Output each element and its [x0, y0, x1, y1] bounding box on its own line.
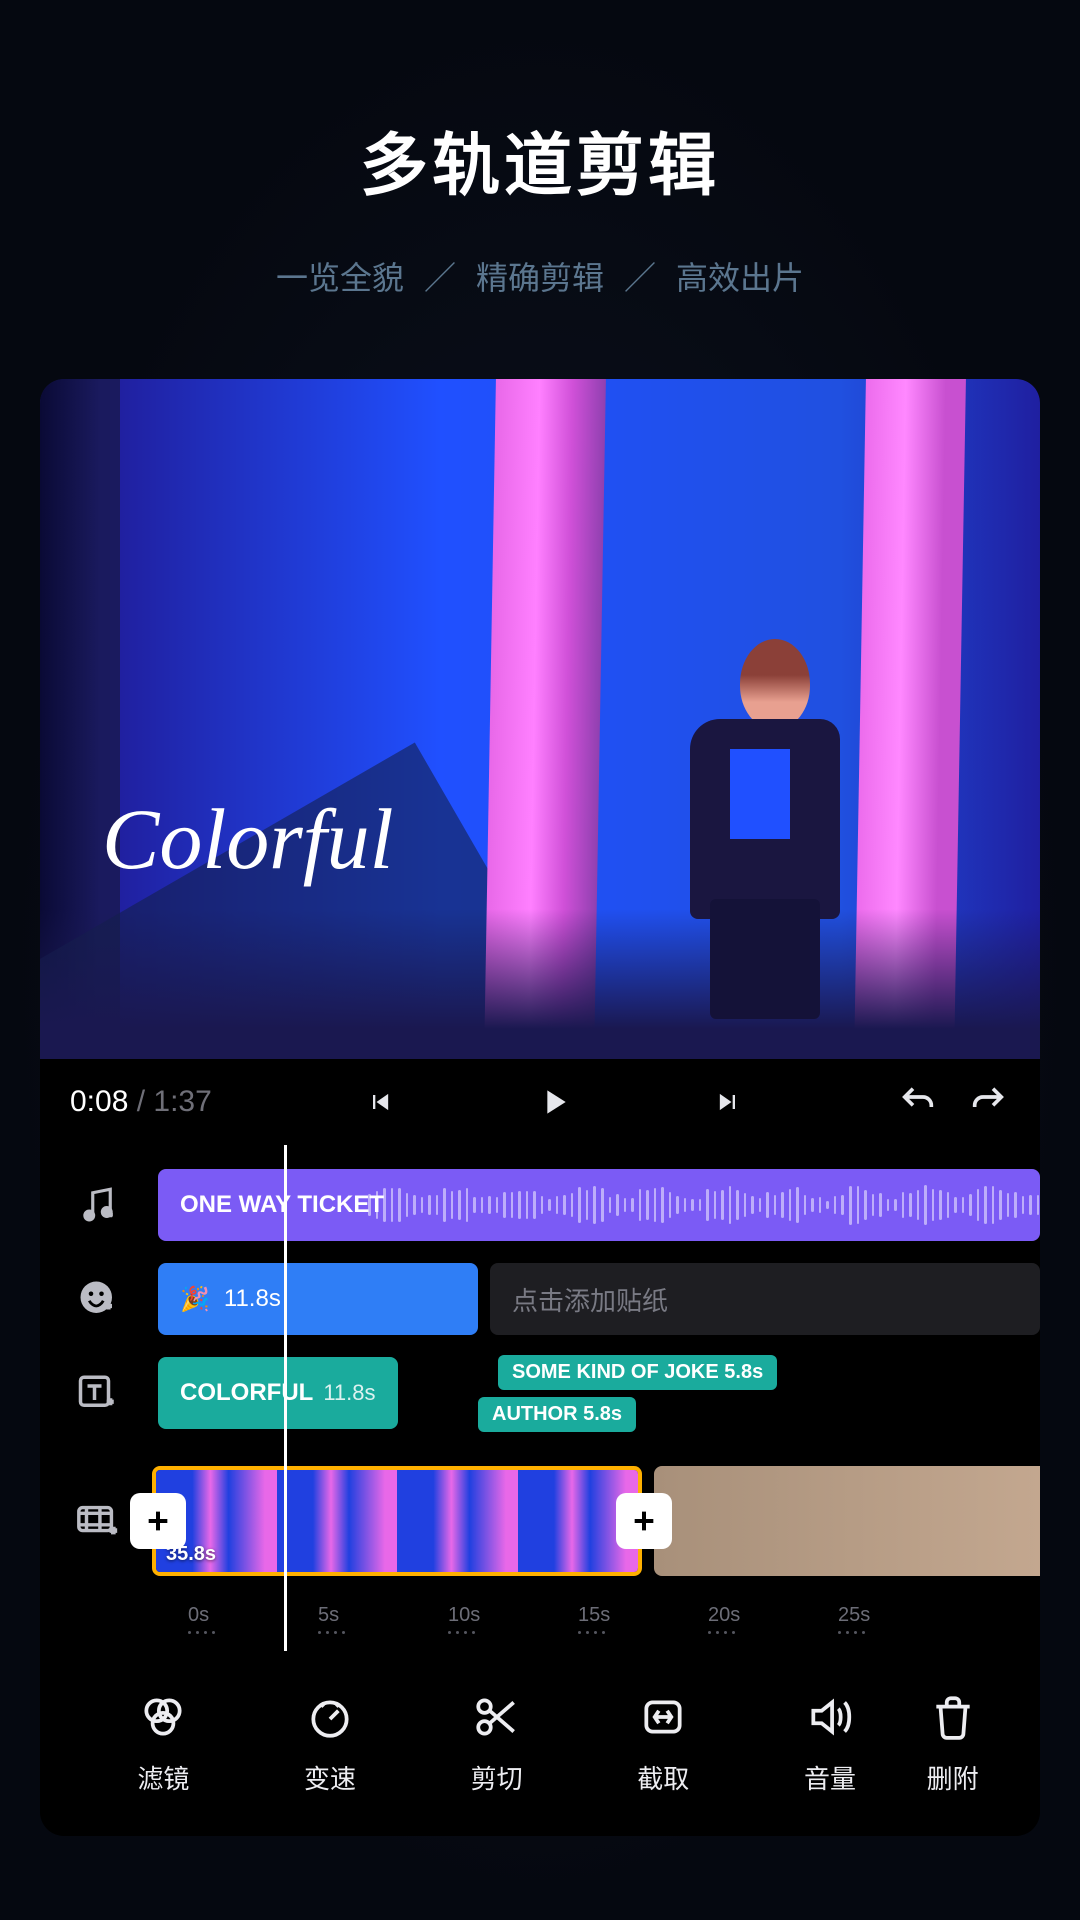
- video-clip-selected[interactable]: 35.8s: [152, 1466, 642, 1576]
- volume-icon: [804, 1691, 856, 1743]
- volume-tool[interactable]: 音量: [760, 1691, 900, 1796]
- current-time: 0:08: [70, 1085, 128, 1118]
- filter-tool[interactable]: 滤镜: [93, 1691, 233, 1796]
- text-clip-badge-2[interactable]: AUTHOR 5.8s: [478, 1397, 636, 1432]
- video-clip-2[interactable]: [654, 1466, 1040, 1576]
- transport-bar: 0:08 / 1:37: [40, 1059, 1040, 1145]
- speed-tool[interactable]: 变速: [260, 1691, 400, 1796]
- undo-button[interactable]: [896, 1080, 940, 1124]
- timecode: 0:08 / 1:37: [70, 1085, 212, 1119]
- sticker-emoji: 🎉: [180, 1285, 210, 1314]
- text-track-icon[interactable]: [70, 1365, 126, 1421]
- hero-sub-2: 精确剪辑: [476, 253, 604, 299]
- duration: 1:37: [153, 1085, 211, 1118]
- music-track-icon[interactable]: [70, 1177, 126, 1233]
- text-clip-badge-1[interactable]: SOME KIND OF JOKE 5.8s: [498, 1355, 777, 1390]
- sticker-clip[interactable]: 🎉 11.8s: [158, 1263, 478, 1335]
- speed-icon: [304, 1691, 356, 1743]
- filter-icon: [137, 1691, 189, 1743]
- crop-tool[interactable]: 截取: [593, 1691, 733, 1796]
- hero-subtitle: 一览全貌／ 精确剪辑／ 高效出片: [276, 253, 804, 299]
- sticker-track-icon[interactable]: [70, 1271, 126, 1327]
- add-clip-after-button[interactable]: [616, 1493, 672, 1549]
- trash-icon: [927, 1691, 979, 1743]
- hero-title: 多轨道剪辑: [360, 110, 720, 209]
- prev-button[interactable]: [358, 1080, 402, 1124]
- video-preview[interactable]: Colorful: [40, 379, 1040, 1059]
- hero-sub-1: 一览全貌: [276, 253, 404, 299]
- person-figure: [660, 639, 850, 1019]
- play-button[interactable]: [532, 1080, 576, 1124]
- next-button[interactable]: [706, 1080, 750, 1124]
- bottom-toolbar: 滤镜 变速 剪切 截取 音量 删附: [40, 1651, 1040, 1836]
- redo-button[interactable]: [966, 1080, 1010, 1124]
- overlay-text: Colorful: [102, 789, 394, 889]
- cut-tool[interactable]: 剪切: [427, 1691, 567, 1796]
- delete-tool[interactable]: 删附: [927, 1691, 1007, 1796]
- music-clip-label: ONE WAY TICKET: [180, 1191, 384, 1219]
- scissors-icon: [471, 1691, 523, 1743]
- time-ruler[interactable]: 0s5s10s15s20s25s: [70, 1597, 1040, 1641]
- video-track-icon[interactable]: [70, 1493, 126, 1549]
- add-clip-before-button[interactable]: [130, 1493, 186, 1549]
- add-sticker-placeholder[interactable]: 点击添加贴纸: [490, 1263, 1040, 1335]
- text-clip-main[interactable]: COLORFUL 11.8s: [158, 1357, 398, 1429]
- hero-sub-3: 高效出片: [676, 253, 804, 299]
- text-clip-time: 11.8s: [323, 1380, 375, 1406]
- text-clip-label: COLORFUL: [180, 1379, 313, 1407]
- video-editor: Colorful 0:08 / 1:37 ONE WA: [40, 379, 1040, 1836]
- music-clip[interactable]: ONE WAY TICKET: [158, 1169, 1040, 1241]
- waveform-icon: [368, 1169, 1040, 1241]
- timeline-tracks: ONE WAY TICKET 🎉 11.8s 点击添加贴纸: [40, 1145, 1040, 1651]
- sticker-time: 11.8s: [224, 1285, 281, 1313]
- crop-icon: [637, 1691, 689, 1743]
